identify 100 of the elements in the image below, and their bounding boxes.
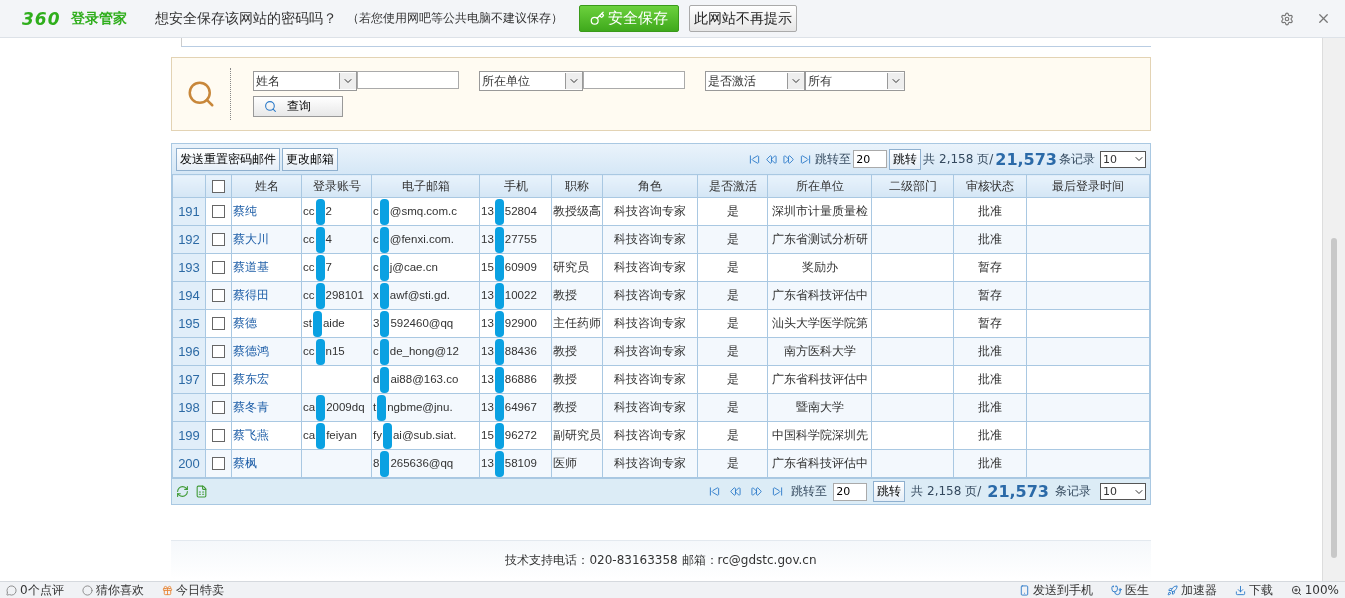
status-item[interactable]: 下载 [1234,581,1273,598]
row-number: 196 [178,344,200,359]
scrollbar-thumb[interactable] [1331,238,1337,558]
search-input[interactable] [357,71,459,89]
title-text: 教授级高 [553,205,601,217]
previous-page-icon[interactable] [766,153,778,165]
field-select[interactable]: 是否激活 [705,71,805,91]
first-page-icon[interactable] [749,153,761,165]
page-size-select[interactable]: 10 [1100,483,1146,500]
phone-text: 13 88436 [481,344,537,357]
name-link[interactable]: 蔡德 [233,317,257,329]
last-page-icon[interactable] [772,486,784,497]
close-icon[interactable] [1316,11,1331,26]
name-link[interactable]: 蔡枫 [233,457,257,469]
page-size-select[interactable]: 10 [1100,150,1146,168]
status-text: 批准 [978,233,1002,245]
status-text: 暂存 [978,317,1002,329]
row-checkbox[interactable] [212,289,225,303]
redaction-mark [494,338,504,365]
row-checkbox[interactable] [212,205,225,219]
page-input[interactable]: 20 [853,150,888,168]
name-link[interactable]: 蔡纯 [233,205,257,217]
column-header: 姓名 [231,174,302,198]
email-text: d ai88@163.co [373,372,459,385]
row-checkbox[interactable] [212,401,225,415]
redaction-mark [494,226,504,253]
toolbar-button[interactable]: 更改邮箱 [282,147,338,171]
redaction-mark [494,394,504,421]
next-page-icon[interactable] [783,153,795,165]
title-text: 主任药师 [553,317,601,329]
spreadsheet-icon[interactable] [195,485,208,498]
redaction-mark [494,366,504,393]
status-item[interactable]: 0个点评 [6,581,64,598]
page-count: 共 2,158 页/ [911,483,982,500]
status-item[interactable]: 猜你喜欢 [81,581,144,598]
gift-icon [161,584,173,596]
query-button[interactable]: 查询 [253,96,343,117]
column-header: 审核状态 [953,174,1027,198]
unit-text: 南方医科大学 [783,345,856,357]
row-number: 191 [178,204,200,219]
phone-text: 13 27755 [481,232,537,245]
row-checkbox[interactable] [212,373,225,387]
row-checkbox[interactable] [212,429,225,443]
previous-page-icon[interactable] [730,486,742,497]
row-checkbox[interactable] [212,457,225,471]
redaction-mark [379,254,389,281]
column-header: 登录账号 [301,174,372,198]
next-page-icon[interactable] [751,486,763,497]
unit-text: 广东省科技评估中 [771,457,868,469]
status-item[interactable]: 加速器 [1166,581,1217,598]
field-select[interactable]: 所在单位 [479,71,583,91]
active-text: 是 [726,205,739,217]
row-number: 197 [178,372,200,387]
key-icon [589,11,605,26]
search-icon [264,100,277,113]
phone-icon [1018,584,1030,596]
search-input[interactable] [583,71,685,89]
support-contact: 技术支持电话：020-83163358 邮箱：rc@gdstc.gov.cn [505,551,817,569]
last-page-icon[interactable] [800,153,812,165]
email-text: x awf@sti.gd. [373,288,450,301]
row-number: 195 [178,316,200,331]
row-number: 192 [178,232,200,247]
jump-label: 跳转至 [815,150,852,168]
redaction-mark [494,422,504,449]
settings-icon[interactable] [1280,11,1294,26]
row-checkbox[interactable] [212,317,225,331]
page-input[interactable]: 20 [833,482,868,501]
unit-text: 奖励办 [801,261,838,273]
never-prompt-button[interactable]: 此网站不再提示 [688,5,797,32]
page-count: 共 2,158 页/ [923,150,994,168]
active-text: 是 [726,401,739,413]
status-text: 暂存 [978,289,1002,301]
row-number: 198 [178,400,200,415]
zoom-level[interactable]: 100% [1290,583,1339,597]
status-text: 暂存 [978,261,1002,273]
redaction-mark [316,394,326,421]
email-text: c @smq.com.c [373,204,457,217]
row-checkbox[interactable] [212,345,225,359]
value-select[interactable]: 所有 [805,71,905,91]
first-page-icon[interactable] [709,486,721,497]
redaction-mark [494,198,504,225]
status-text: 批准 [978,401,1002,413]
account-text: ca 2009dq [303,400,365,413]
status-item[interactable]: 发送到手机 [1018,581,1093,598]
account-text: ca feiyan [303,428,357,441]
toolbar-button[interactable]: 发送重置密码邮件 [176,147,280,171]
status-item[interactable]: 今日特卖 [161,581,224,598]
jump-button[interactable]: 跳转 [889,148,922,170]
status-item[interactable]: 医生 [1110,581,1149,598]
row-checkbox[interactable] [212,233,225,247]
status-text: 批准 [978,429,1002,441]
refresh-icon[interactable] [176,485,189,498]
row-checkbox[interactable] [212,261,225,275]
field-select[interactable]: 姓名 [253,71,357,91]
redaction-mark [494,254,504,281]
jump-button[interactable]: 跳转 [873,481,906,502]
unit-text: 广东省科技评估中 [771,373,868,385]
redaction-mark [315,254,325,281]
select-all-checkbox[interactable] [212,180,225,193]
redaction-mark [380,310,390,337]
